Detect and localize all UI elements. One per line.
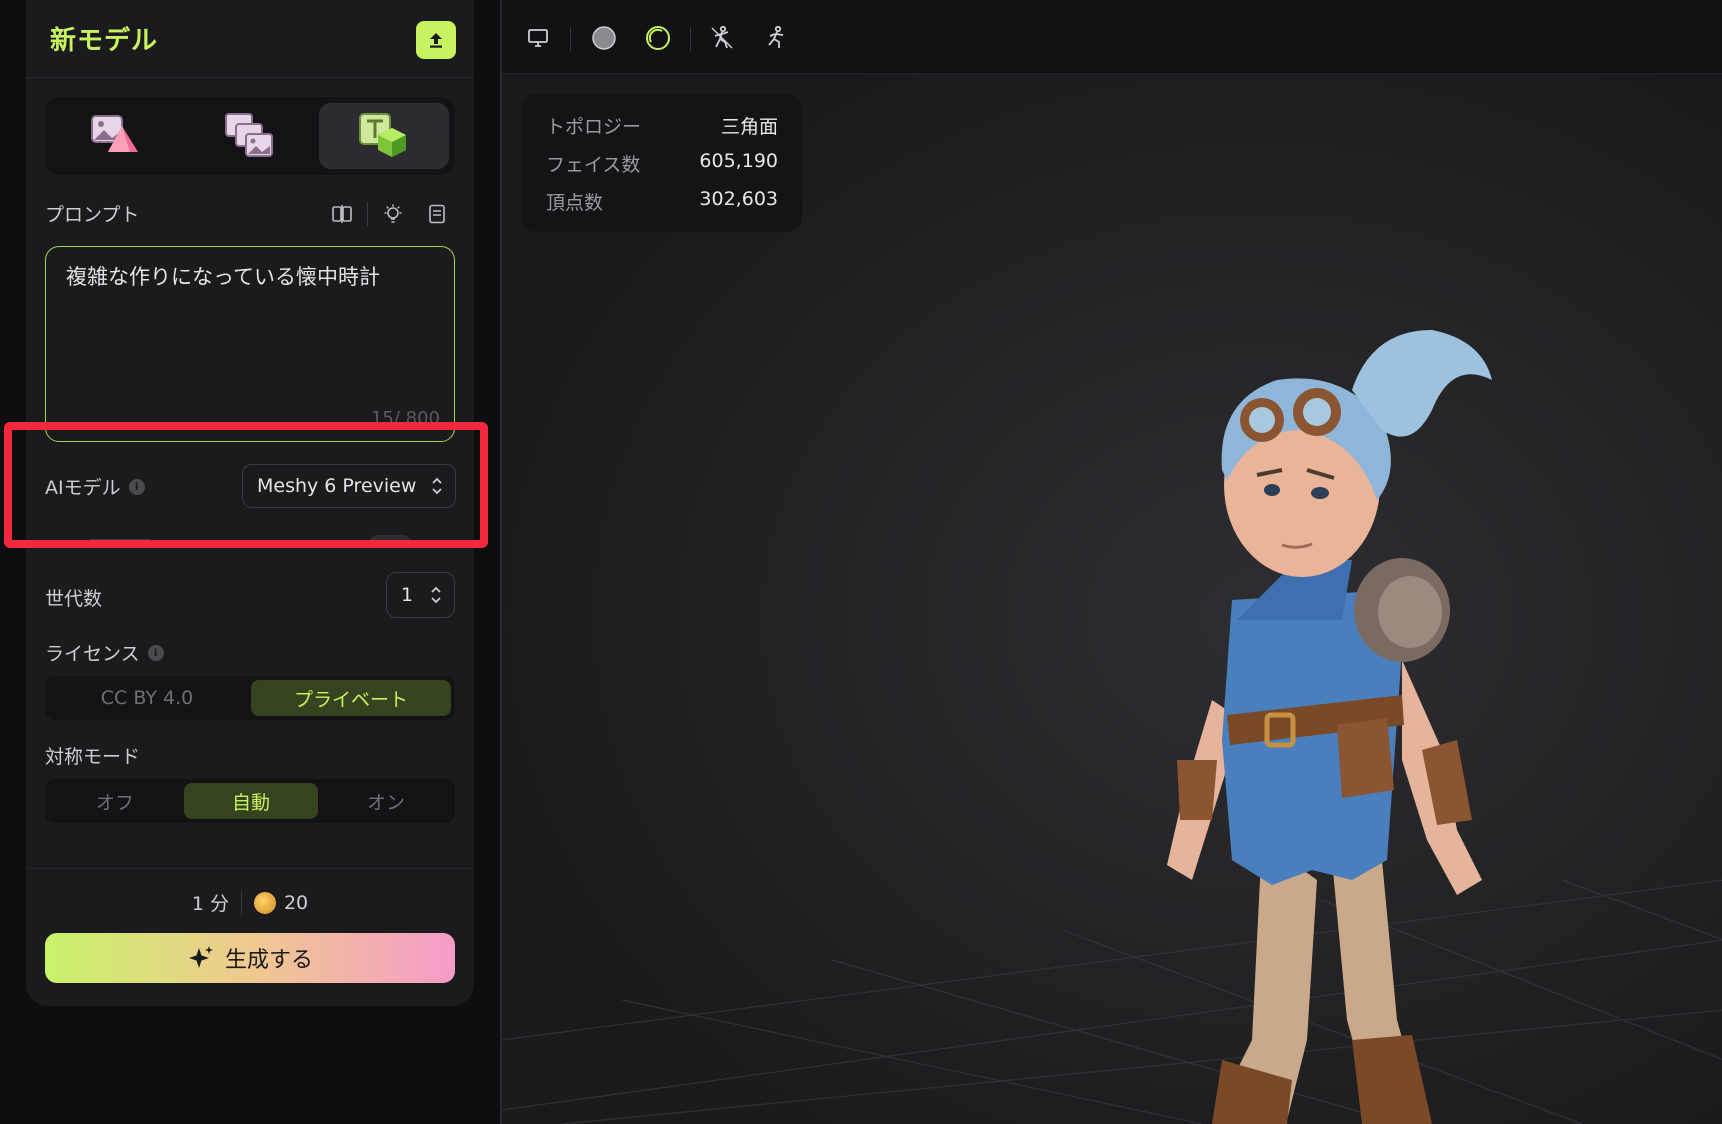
generate-label: 生成する (224, 948, 313, 973)
translate-icon[interactable] (327, 199, 357, 229)
upload-icon (430, 33, 442, 48)
texture-shading-icon[interactable] (642, 22, 674, 54)
panel-title: 新モデル (50, 26, 159, 56)
stat-key: 頂点数 (546, 192, 604, 214)
credit-coin-icon (253, 891, 276, 914)
license-label-row: ライセンス i (45, 639, 164, 666)
animation-icon[interactable] (760, 22, 792, 54)
mesh-stats-panel: トポロジー 三角面 フェイス数 605,190 頂点数 302,603 (522, 94, 802, 232)
rig-icon[interactable] (706, 22, 738, 54)
symmetry-label: 対称モード (45, 746, 141, 768)
credit-cost: 20 (283, 891, 309, 914)
prompt-textarea[interactable]: 複雑な作りになっている懐中時計 15/ 800 (45, 246, 455, 442)
multi-image-icon (225, 113, 273, 157)
upload-button[interactable] (416, 21, 456, 59)
stat-value: 三角面 (720, 116, 778, 138)
generations-label-row: 世代数 (45, 584, 102, 611)
license-option-cc-by[interactable]: CC BY 4.0 (49, 680, 245, 716)
generations-value: 1 (401, 584, 414, 606)
chevron-up-down-icon (431, 586, 441, 604)
notebook-icon[interactable] (422, 199, 452, 229)
lightbulb-icon[interactable] (378, 199, 408, 229)
prompt-label: プロンプト (45, 204, 140, 226)
symmetry-option-on[interactable]: オン (321, 783, 451, 819)
tab-multi-image-to-3d[interactable] (185, 103, 315, 169)
license-toggle: CC BY 4.0 プライベート (45, 676, 455, 720)
panel-header: 新モデル (26, 0, 474, 78)
generate-button[interactable]: 生成する (45, 933, 455, 983)
monitor-icon[interactable] (522, 22, 554, 54)
license-label: ライセンス (45, 643, 140, 665)
generations-select[interactable]: 1 (386, 572, 455, 618)
stat-key: トポロジー (546, 116, 642, 138)
3d-viewport[interactable]: トポロジー 三角面 フェイス数 605,190 頂点数 302,603 (500, 0, 1722, 1124)
highlight-annotation (4, 422, 488, 548)
mode-tabs (45, 97, 455, 175)
symmetry-option-off[interactable]: オフ (49, 783, 181, 819)
prompt-tools (327, 198, 452, 230)
stat-value: 605,190 (699, 150, 778, 172)
stat-value: 302,603 (699, 188, 778, 210)
viewport-toolbar (502, 0, 1722, 74)
cost-row: 1 分 20 (26, 889, 474, 916)
prompt-text: 複雑な作りになっている懐中時計 (66, 265, 380, 289)
generations-label: 世代数 (45, 588, 103, 610)
tab-image-to-3d[interactable] (51, 103, 181, 169)
sparkle-icon (188, 946, 213, 968)
symmetry-option-auto[interactable]: 自動 (184, 783, 318, 819)
stat-row: 頂点数 302,603 (546, 188, 778, 215)
symmetry-toggle: オフ 自動 オン (45, 779, 455, 823)
3d-model-character (1167, 330, 1492, 1124)
license-option-private[interactable]: プライベート (251, 680, 451, 716)
image-to-3d-icon (91, 115, 138, 152)
stat-key: フェイス数 (546, 154, 641, 176)
symmetry-label-row: 対称モード (45, 742, 140, 769)
stat-row: トポロジー 三角面 (546, 112, 778, 139)
text-to-3d-icon (359, 113, 406, 157)
panel-footer: 1 分 20 生成する (26, 868, 474, 1006)
info-icon[interactable]: i (147, 644, 164, 661)
estimated-time: 1 分 (191, 893, 229, 915)
solid-shading-icon[interactable] (588, 22, 620, 54)
tab-text-to-3d[interactable] (319, 103, 449, 169)
stat-row: フェイス数 605,190 (546, 150, 778, 177)
